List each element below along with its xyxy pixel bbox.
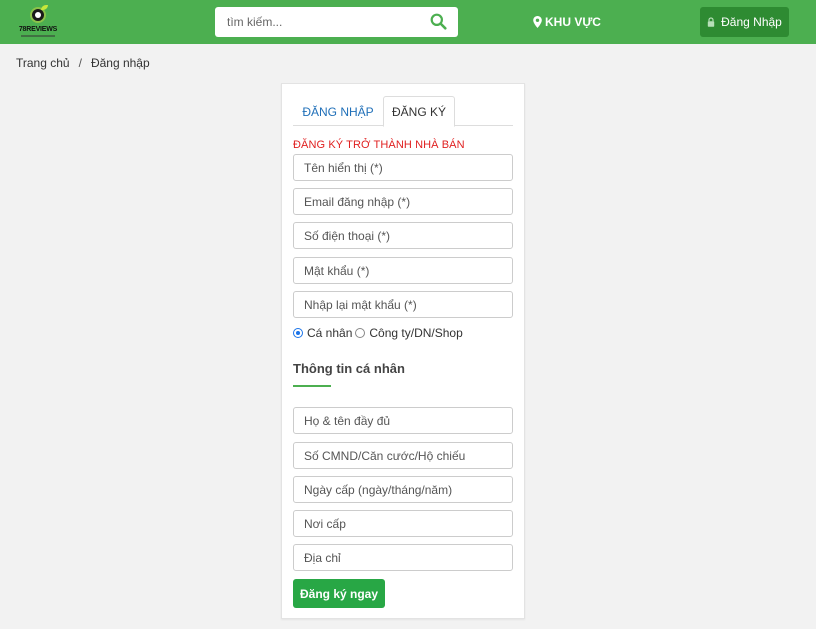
breadcrumb: Trang chủ / Đăng nhập [16, 56, 150, 70]
register-submit-button[interactable]: Đăng ký ngay [293, 579, 385, 608]
logo-leaf-icon [41, 5, 48, 10]
search-icon[interactable] [430, 13, 447, 30]
password-field[interactable] [293, 257, 513, 284]
lock-icon [707, 17, 715, 27]
issue-place-field[interactable] [293, 510, 513, 537]
logo-text: 78REVIEWS [18, 26, 58, 33]
phone-field[interactable] [293, 222, 513, 249]
email-field[interactable] [293, 188, 513, 215]
register-card: ĐĂNG NHẬP ĐĂNG KÝ ĐĂNG KÝ TRỞ THÀNH NHÀ … [281, 83, 525, 619]
radio-company[interactable] [355, 328, 366, 338]
full-name-field[interactable] [293, 407, 513, 434]
search-input[interactable] [215, 7, 425, 37]
top-navbar: 78REVIEWS KHU VỰC Đăng Nhập [0, 0, 816, 44]
tab-login[interactable]: ĐĂNG NHẬP [293, 96, 383, 127]
heading-underline [293, 385, 331, 387]
auth-tabs: ĐĂNG NHẬP ĐĂNG KÝ [293, 96, 513, 127]
breadcrumb-current: Đăng nhập [90, 56, 150, 70]
id-number-field[interactable] [293, 442, 513, 469]
search-box [215, 7, 458, 37]
login-button[interactable]: Đăng Nhập [700, 7, 789, 37]
tab-register[interactable]: ĐĂNG KÝ [383, 96, 455, 127]
address-field[interactable] [293, 544, 513, 571]
breadcrumb-home[interactable]: Trang chủ [16, 56, 70, 70]
radio-individual-label[interactable]: Cá nhân [307, 326, 352, 340]
issue-date-field[interactable] [293, 476, 513, 503]
radio-individual[interactable] [293, 328, 303, 338]
region-label: KHU VỰC [545, 15, 601, 29]
login-button-label: Đăng Nhập [721, 15, 782, 29]
personal-info-heading: Thông tin cá nhân [293, 361, 405, 376]
logo-tagline [21, 35, 55, 37]
display-name-field[interactable] [293, 154, 513, 181]
region-selector[interactable]: KHU VỰC [533, 15, 601, 29]
account-type-radios: Cá nhân Công ty/DN/Shop [293, 326, 466, 340]
map-marker-icon [533, 16, 542, 28]
breadcrumb-separator: / [78, 56, 82, 70]
register-seller-title: ĐĂNG KÝ TRỞ THÀNH NHÀ BÁN [293, 139, 465, 151]
site-logo[interactable]: 78REVIEWS [17, 5, 59, 39]
password-confirm-field[interactable] [293, 291, 513, 318]
radio-company-label[interactable]: Công ty/DN/Shop [369, 326, 462, 340]
